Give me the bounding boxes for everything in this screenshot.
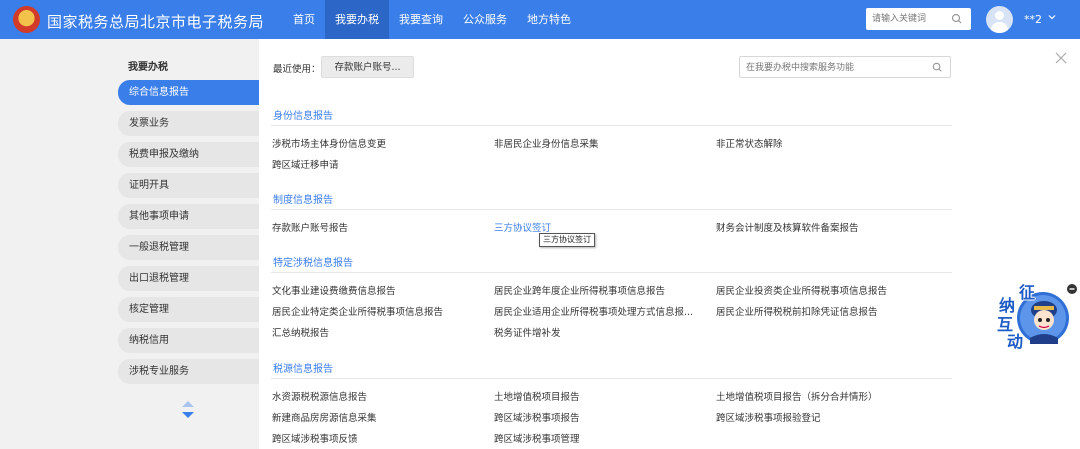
section-divider xyxy=(271,209,952,210)
interaction-mascot-widget[interactable]: 征 纳 互 动 xyxy=(994,282,1078,351)
service-link[interactable]: 存款账户账号报告 xyxy=(272,220,348,234)
service-link[interactable]: 文化事业建设费缴费信息报告 xyxy=(272,283,396,297)
mascot-char: 动 xyxy=(1007,332,1024,351)
nav-home[interactable]: 首页 xyxy=(283,0,325,39)
service-link[interactable]: 居民企业特定类企业所得税事项信息报告 xyxy=(272,304,443,318)
service-link[interactable]: 非正常状态解除 xyxy=(716,136,783,150)
close-icon[interactable] xyxy=(1054,51,1068,65)
service-link[interactable]: 水资源税税源信息报告 xyxy=(272,389,367,403)
sidebar-item-certificate[interactable]: 证明开具 xyxy=(118,173,259,198)
tax-emblem-icon xyxy=(13,6,40,33)
service-link[interactable]: 涉税市场主体身份信息变更 xyxy=(272,136,386,150)
service-search xyxy=(739,56,951,78)
service-link[interactable]: 跨区域涉税事项管理 xyxy=(494,431,580,445)
section-title-tax-source: 税源信息报告 xyxy=(273,364,333,375)
avatar[interactable] xyxy=(986,6,1013,33)
service-link-hovered[interactable]: 三方协议签订 xyxy=(494,220,551,234)
service-link[interactable]: 居民企业投资类企业所得税事项信息报告 xyxy=(716,283,887,297)
service-link[interactable]: 居民企业跨年度企业所得税事项信息报告 xyxy=(494,283,665,297)
recent-item-button[interactable]: 存款账户账号... xyxy=(321,56,414,78)
recent-label: 最近使用： xyxy=(273,64,321,75)
service-link[interactable]: 非居民企业身份信息采集 xyxy=(494,136,599,150)
section-divider xyxy=(271,125,952,126)
service-link[interactable]: 跨区域涉税事项反馈 xyxy=(272,431,358,445)
service-link[interactable]: 土地增值税项目报告（拆分合并情形） xyxy=(716,389,878,403)
scroll-arrows-icon[interactable] xyxy=(180,400,196,420)
chevron-down-icon[interactable] xyxy=(1047,12,1057,22)
main-nav: 首页 我要办税 我要查询 公众服务 地方特色 xyxy=(283,0,581,39)
search-icon[interactable] xyxy=(950,12,964,26)
sidebar-item-invoice[interactable]: 发票业务 xyxy=(118,111,259,136)
sidebar-item-professional-service[interactable]: 涉税专业服务 xyxy=(118,359,259,384)
nav-query[interactable]: 我要查询 xyxy=(389,0,453,39)
tooltip: 三方协议签订 xyxy=(539,233,595,247)
keyword-search xyxy=(866,8,971,30)
service-search-input[interactable] xyxy=(746,61,926,74)
section-title-identity: 身份信息报告 xyxy=(273,111,333,122)
service-link[interactable]: 居民企业适用企业所得税事项处理方式信息报... xyxy=(494,304,693,318)
user-name[interactable]: **2 xyxy=(1024,13,1042,26)
sidebar-item-export-refund[interactable]: 出口退税管理 xyxy=(118,266,259,291)
nav-tax-handling[interactable]: 我要办税 xyxy=(325,0,389,39)
section-divider xyxy=(271,378,952,379)
service-link[interactable]: 土地增值税项目报告 xyxy=(494,389,580,403)
sidebar-item-other-requests[interactable]: 其他事项申请 xyxy=(118,204,259,229)
site-title[interactable]: 国家税务总局北京市电子税务局 xyxy=(47,11,264,32)
search-icon[interactable] xyxy=(931,61,944,74)
service-link[interactable]: 跨区域涉税事项报告 xyxy=(494,410,580,424)
sidebar-item-comprehensive-info[interactable]: 综合信息报告 xyxy=(118,80,259,105)
service-link[interactable]: 新建商品房房源信息采集 xyxy=(272,410,377,424)
keyword-search-input[interactable] xyxy=(872,12,950,26)
service-link[interactable]: 汇总纳税报告 xyxy=(272,325,329,339)
top-bar: 国家税务总局北京市电子税务局 首页 我要办税 我要查询 公众服务 地方特色 **… xyxy=(0,0,1080,39)
sidebar-item-tax-declaration[interactable]: 税费申报及缴纳 xyxy=(118,142,259,167)
nav-public-service[interactable]: 公众服务 xyxy=(453,0,517,39)
service-link[interactable]: 税务证件增补发 xyxy=(494,325,561,339)
section-title-specific: 特定涉税信息报告 xyxy=(273,258,353,269)
service-link[interactable]: 跨区域迁移申请 xyxy=(272,157,339,171)
sidebar-item-general-refund[interactable]: 一般退税管理 xyxy=(118,235,259,260)
service-link[interactable]: 跨区域涉税事项报验登记 xyxy=(716,410,821,424)
section-title-system: 制度信息报告 xyxy=(273,195,333,206)
service-link[interactable]: 财务会计制度及核算软件备案报告 xyxy=(716,220,859,234)
sidebar-item-assessment[interactable]: 核定管理 xyxy=(118,297,259,322)
sidebar-title: 我要办税 xyxy=(128,62,168,73)
service-link[interactable]: 居民企业所得税税前扣除凭证信息报告 xyxy=(716,304,878,318)
sidebar-item-tax-credit[interactable]: 纳税信用 xyxy=(118,328,259,353)
section-divider xyxy=(271,272,952,273)
mascot-char: 征 xyxy=(1019,283,1036,302)
nav-local-features[interactable]: 地方特色 xyxy=(517,0,581,39)
